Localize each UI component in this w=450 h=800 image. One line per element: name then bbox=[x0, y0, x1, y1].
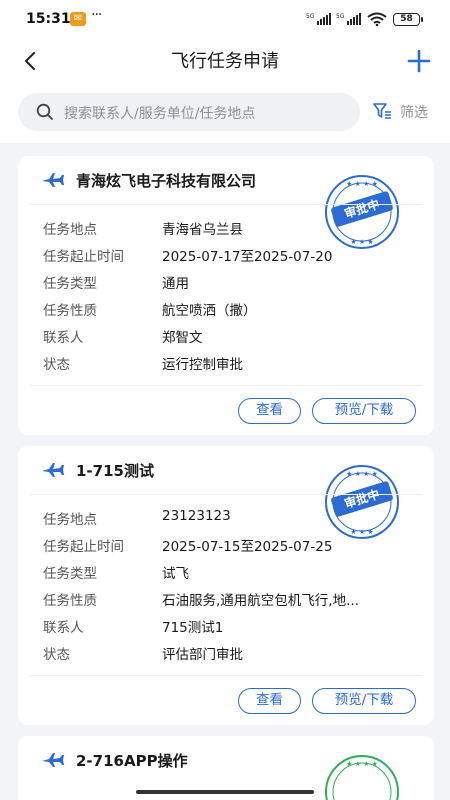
more-notifications-indicator: ··· bbox=[91, 7, 102, 23]
search-input[interactable]: 搜索联系人/服务单位/任务地点 bbox=[18, 93, 360, 131]
battery-icon: 58 bbox=[393, 13, 423, 26]
field-label: 联系人 bbox=[43, 620, 84, 636]
svg-text:★ ★ ★: ★ ★ ★ bbox=[350, 528, 373, 536]
airplane-icon bbox=[42, 173, 64, 187]
nav-bar: 飞行任务申请 bbox=[0, 40, 450, 84]
header-area: 15:31 ✉ ··· 5G 5G 58 飞行任务申请 搜索联系人/服务单位/任… bbox=[0, 0, 450, 143]
field-label: 状态 bbox=[43, 647, 70, 663]
field-value: 评估部门审批 bbox=[162, 647, 243, 663]
signal-5g-icon-2: 5G bbox=[336, 13, 361, 25]
home-indicator[interactable] bbox=[136, 790, 314, 794]
field-value: 试飞 bbox=[162, 566, 189, 582]
signal-label-2: 5G bbox=[336, 13, 345, 20]
search-icon bbox=[36, 103, 53, 120]
field-value: 715测试1 bbox=[162, 620, 224, 636]
field-label: 任务地点 bbox=[43, 512, 97, 528]
svg-text:★ ★ ★ ★: ★ ★ ★ ★ bbox=[346, 470, 378, 478]
footer-divider bbox=[30, 385, 422, 386]
approved-stamp: ★ ★ ★ ★ bbox=[325, 755, 399, 800]
field-value: 青海省乌兰县 bbox=[162, 222, 243, 238]
view-button[interactable]: 查看 bbox=[238, 688, 301, 714]
airplane-icon bbox=[42, 753, 64, 767]
field-value: 23123123 bbox=[162, 508, 231, 524]
task-card[interactable]: 青海炫飞电子科技有限公司 ★ ★ ★ ★ ★ ★ ★ 审批中 任务地点 青海省乌… bbox=[18, 156, 434, 435]
field-label: 任务地点 bbox=[43, 222, 97, 238]
field-value: 运行控制审批 bbox=[162, 357, 243, 373]
wifi-icon bbox=[367, 12, 387, 26]
field-label: 任务起止时间 bbox=[43, 539, 124, 555]
task-card[interactable]: 1-715测试 ★ ★ ★ ★ ★ ★ ★ 审批中 任务地点 23123123 … bbox=[18, 446, 434, 725]
field-label: 任务性质 bbox=[43, 593, 97, 609]
header-divider bbox=[30, 494, 422, 495]
field-label: 任务起止时间 bbox=[43, 249, 124, 265]
filter-icon bbox=[373, 103, 391, 119]
field-value: 石油服务,通用航空包机飞行,地... bbox=[162, 593, 359, 609]
field-value: 通用 bbox=[162, 276, 189, 292]
field-label: 状态 bbox=[43, 357, 70, 373]
card-title: 青海炫飞电子科技有限公司 bbox=[76, 172, 257, 190]
footer-divider bbox=[30, 675, 422, 676]
filter-label: 筛选 bbox=[400, 105, 428, 121]
svg-text:★ ★ ★: ★ ★ ★ bbox=[350, 238, 373, 246]
field-value: 郑智文 bbox=[162, 330, 203, 346]
add-icon[interactable] bbox=[404, 46, 434, 76]
preview-download-button[interactable]: 预览/下载 bbox=[312, 398, 416, 424]
card-title: 1-715测试 bbox=[76, 462, 154, 480]
view-button[interactable]: 查看 bbox=[238, 398, 301, 424]
header-divider bbox=[30, 204, 422, 205]
signal-label-1: 5G bbox=[306, 13, 315, 20]
card-title: 2-716APP操作 bbox=[76, 752, 188, 770]
svg-text:★ ★ ★ ★: ★ ★ ★ ★ bbox=[346, 760, 378, 768]
page-title: 飞行任务申请 bbox=[171, 51, 279, 72]
app-notification-icon: ✉ bbox=[70, 12, 86, 26]
signal-5g-icon: 5G bbox=[306, 13, 331, 25]
svg-text:★ ★ ★ ★: ★ ★ ★ ★ bbox=[346, 180, 378, 188]
airplane-icon bbox=[42, 463, 64, 477]
field-label: 任务性质 bbox=[43, 303, 97, 319]
search-placeholder: 搜索联系人/服务单位/任务地点 bbox=[64, 106, 256, 122]
status-time: 15:31 bbox=[26, 11, 71, 27]
field-label: 联系人 bbox=[43, 330, 84, 346]
field-value: 航空喷洒（撒） bbox=[162, 303, 257, 319]
preview-download-button[interactable]: 预览/下载 bbox=[312, 688, 416, 714]
field-label: 任务类型 bbox=[43, 276, 97, 292]
field-value: 2025-07-15至2025-07-25 bbox=[162, 539, 333, 555]
field-value: 2025-07-17至2025-07-20 bbox=[162, 249, 333, 265]
status-bar: 15:31 ✉ ··· 5G 5G 58 bbox=[0, 0, 450, 36]
field-label: 任务类型 bbox=[43, 566, 97, 582]
